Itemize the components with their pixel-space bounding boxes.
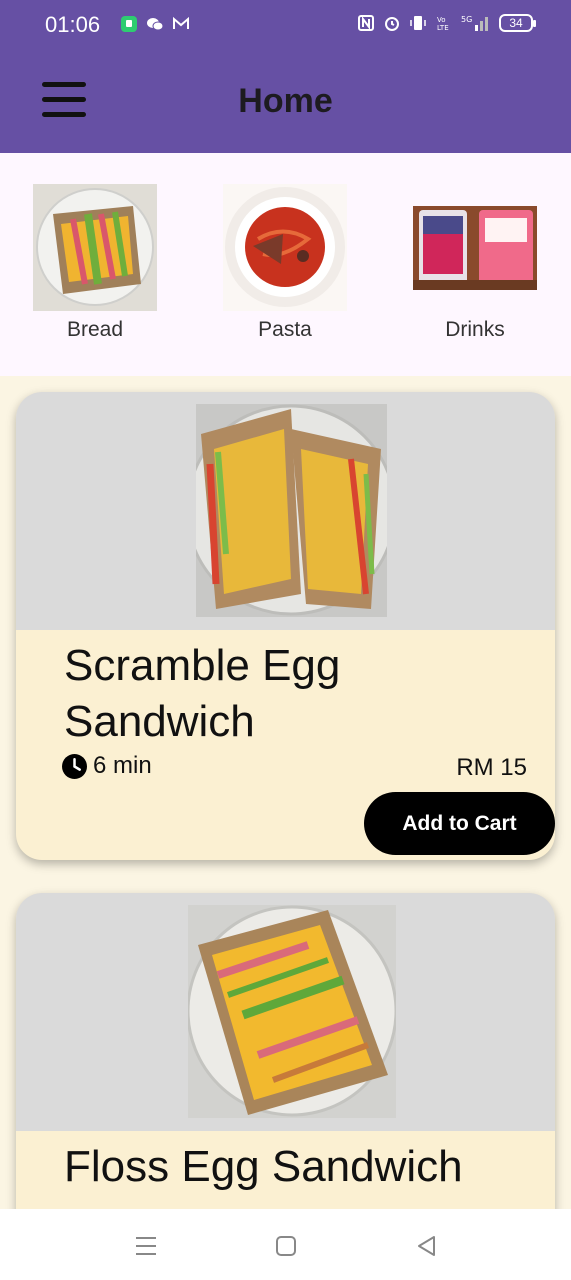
food-name: Floss Egg Sandwich <box>64 1142 463 1191</box>
category-bread[interactable]: Bread <box>33 184 157 342</box>
system-navbar <box>0 1209 571 1280</box>
app-header: 01:06 Vo LTE 5G 34 Home <box>0 0 571 153</box>
signal-5g-icon: 5G <box>461 15 488 31</box>
category-label: Bread <box>66 318 124 341</box>
food-card[interactable]: Scramble Egg Sandwich 6 min RM 15 Add to… <box>16 392 555 860</box>
food-image-area <box>16 893 555 1131</box>
scramble-egg-sandwich-image <box>196 404 387 617</box>
category-pasta[interactable]: Pasta <box>223 184 347 342</box>
prep-time-text: 6 min <box>93 752 152 779</box>
nfc-icon <box>358 15 374 31</box>
add-to-cart-button[interactable]: Add to Cart <box>364 792 555 855</box>
svg-text:5G: 5G <box>461 15 472 24</box>
app-root: 01:06 Vo LTE 5G 34 Home Bread Pasta Drin… <box>0 0 571 1280</box>
category-row: Bread Pasta Drinks <box>0 153 571 376</box>
category-drinks[interactable]: Drinks <box>413 184 537 342</box>
clock-icon <box>62 753 87 779</box>
battery-icon: 34 <box>499 14 536 32</box>
mail-icon <box>173 16 189 29</box>
app-icon <box>121 16 137 32</box>
floss-egg-sandwich-image <box>188 905 396 1118</box>
status-right-icons: Vo LTE 5G 34 <box>357 14 536 32</box>
status-bar: 01:06 Vo LTE 5G 34 <box>0 0 571 52</box>
back-icon[interactable] <box>411 1231 441 1261</box>
food-price: RM 15 <box>456 754 527 781</box>
home-icon[interactable] <box>271 1231 301 1261</box>
recent-apps-icon[interactable] <box>131 1231 161 1261</box>
vibrate-icon <box>410 16 426 30</box>
status-left-icons <box>120 15 190 33</box>
prep-time: 6 min <box>62 752 152 780</box>
category-label: Drinks <box>445 318 505 341</box>
food-name: Scramble Egg Sandwich <box>64 641 341 746</box>
bread-category-image <box>33 184 157 311</box>
food-image-area <box>16 392 555 630</box>
wechat-icon <box>147 18 164 31</box>
drinks-category-image <box>413 184 537 311</box>
status-time: 01:06 <box>45 12 101 37</box>
svg-text:LTE: LTE <box>437 24 449 32</box>
alarm-icon <box>385 17 399 31</box>
svg-text:Vo: Vo <box>437 16 446 24</box>
page-title: Home <box>238 82 333 120</box>
category-label: Pasta <box>258 318 312 341</box>
pasta-category-image <box>223 184 347 311</box>
volte-icon: VoLTE <box>437 16 449 32</box>
